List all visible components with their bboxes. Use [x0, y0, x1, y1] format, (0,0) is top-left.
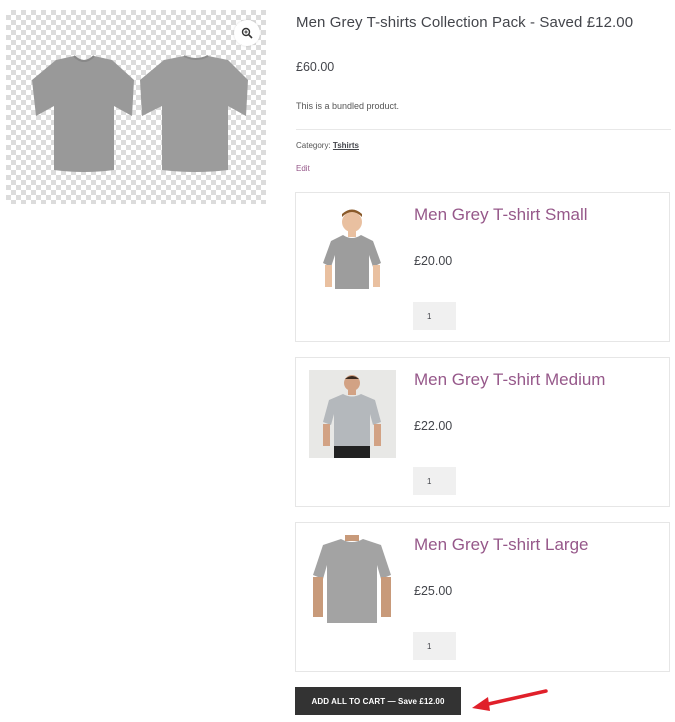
category-link[interactable]: Tshirts — [333, 141, 359, 150]
bundle-item-price: £25.00 — [414, 584, 453, 598]
bundle-item-name[interactable]: Men Grey T-shirt Medium — [414, 370, 605, 390]
bundle-item-name[interactable]: Men Grey T-shirt Large — [414, 535, 588, 555]
quantity-input[interactable] — [413, 632, 456, 660]
product-thumbnail-large[interactable] — [309, 535, 396, 623]
add-all-to-cart-button[interactable]: ADD ALL TO CART — Save £12.00 — [295, 687, 461, 715]
edit-link[interactable]: Edit — [296, 164, 310, 173]
category-label: Category: — [296, 141, 331, 150]
bundle-item-medium: Men Grey T-shirt Medium £22.00 — [295, 357, 670, 507]
product-thumbnail-small[interactable] — [309, 205, 396, 293]
quantity-input[interactable] — [413, 467, 456, 495]
bundle-item-price: £20.00 — [414, 254, 453, 268]
quantity-input[interactable] — [413, 302, 456, 330]
product-title: Men Grey T-shirts Collection Pack - Save… — [296, 14, 634, 31]
product-gallery[interactable] — [6, 10, 266, 204]
product-description: This is a bundled product. — [296, 101, 400, 111]
divider — [296, 129, 671, 130]
arrow-icon — [472, 689, 548, 711]
product-image — [32, 55, 248, 172]
bundle-item-name[interactable]: Men Grey T-shirt Small — [414, 205, 588, 225]
product-price: £60.00 — [296, 60, 335, 74]
bundle-item-large: Men Grey T-shirt Large £25.00 — [295, 522, 670, 672]
product-thumbnail-medium[interactable] — [309, 370, 396, 458]
product-category: Category: Tshirts — [296, 141, 359, 150]
zoom-icon[interactable] — [234, 20, 260, 46]
bundle-item-small: Men Grey T-shirt Small £20.00 — [295, 192, 670, 342]
bundle-item-price: £22.00 — [414, 419, 453, 433]
